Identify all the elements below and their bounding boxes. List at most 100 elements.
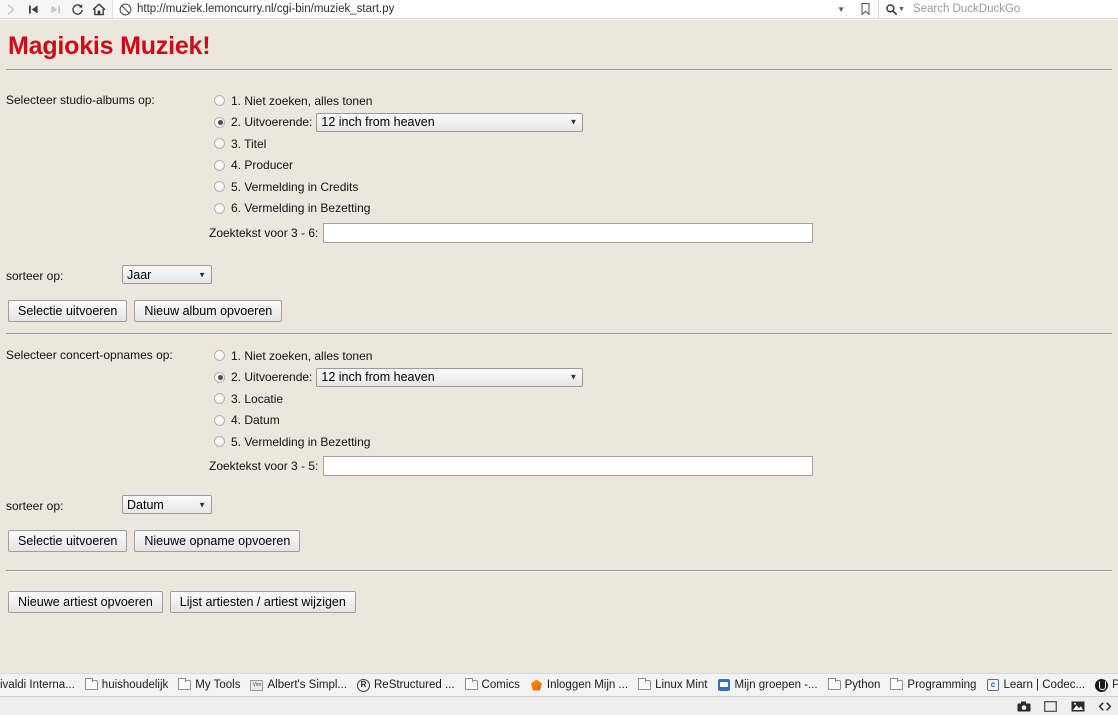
concert-artist-select-wrap[interactable]: 12 inch from heaven ▼ [312, 367, 584, 387]
code-icon[interactable] [1097, 700, 1112, 713]
studio-section-label: Selecteer studio-albums op: [6, 93, 155, 107]
studio-artist-select-wrap[interactable]: 12 inch from heaven ▼ [312, 112, 584, 132]
blue-page-icon [718, 679, 731, 692]
folder-icon [84, 678, 98, 692]
status-bar [0, 697, 1118, 715]
folder-icon [638, 678, 652, 692]
divider-top [6, 69, 1112, 71]
bookmark-item[interactable]: c Learn | Codec... [981, 674, 1090, 696]
bookmark-label: My Tools [195, 679, 241, 691]
reload-icon[interactable] [66, 0, 88, 18]
studio-radio-label-6: 6. Vermelding in Bezetting [231, 201, 371, 216]
studio-new-album-button[interactable]: Nieuw album opvoeren [134, 300, 283, 322]
studio-zoektekst-input[interactable] [323, 223, 814, 243]
bookmark-item[interactable]: Comics [460, 674, 525, 696]
bookmark-item[interactable]: Programming [885, 674, 981, 696]
bookmark-item[interactable]: Inloggen Mijn ... [525, 674, 633, 696]
concert-radio-row-2[interactable]: 2. Uitvoerende: 12 inch from heaven ▼ [214, 367, 584, 389]
studio-radio-label-4: 4. Producer [231, 158, 294, 173]
concert-section-label: Selecteer concert-opnames op: [6, 348, 173, 362]
studio-artist-select[interactable]: 12 inch from heaven [316, 112, 584, 132]
folder-icon [890, 678, 904, 692]
skip-to-end-icon[interactable] [44, 0, 66, 18]
url-text: http://muziek.lemoncurry.nl/cgi-bin/muzi… [137, 3, 395, 15]
concert-radio-label-3: 3. Locatie [231, 391, 284, 406]
concert-artist-select[interactable]: 12 inch from heaven [316, 367, 584, 387]
concert-zoektekst-input[interactable] [323, 456, 814, 476]
list-artists-button[interactable]: Lijst artiesten / artiest wijzigen [169, 591, 356, 613]
studio-radio-6[interactable] [214, 202, 225, 214]
search-icon[interactable]: ▼ [879, 3, 908, 15]
studio-radio-2[interactable] [214, 116, 225, 128]
studio-radio-4[interactable] [214, 159, 225, 171]
bookmark-item[interactable]: Mijn groepen -... [713, 674, 823, 696]
studio-radio-1[interactable] [214, 95, 225, 107]
studio-sorteer-select[interactable]: Jaar [122, 265, 212, 284]
skip-to-start-icon[interactable] [22, 0, 44, 18]
concert-sorteer-select-wrap[interactable]: Datum ▼ [122, 495, 212, 514]
concert-sorteer-select[interactable]: Datum [122, 495, 212, 514]
bookmark-icon[interactable] [853, 3, 878, 15]
bookmark-item[interactable]: Python [823, 674, 886, 696]
image-icon[interactable] [1070, 700, 1085, 713]
site-identity-icon[interactable] [113, 0, 137, 18]
concert-radio-2[interactable] [214, 371, 225, 383]
bookmark-item[interactable]: Python-list [1090, 674, 1118, 696]
studio-radio-row-6[interactable]: 6. Vermelding in Bezetting [214, 198, 583, 220]
bookmark-item[interactable]: ivaldi Interna... [0, 674, 80, 696]
studio-sorteer-label: sorteer op: [6, 269, 64, 283]
studio-radio-3[interactable] [214, 138, 225, 150]
bookmark-label: Inloggen Mijn ... [546, 679, 629, 691]
bookmark-label: huishoudelijk [101, 679, 169, 691]
chevron-down-icon[interactable]: ▼ [829, 5, 853, 14]
studio-radio-row-4[interactable]: 4. Producer [214, 155, 583, 177]
concert-zoektekst-label: Zoektekst voor 3 - 5: [209, 459, 319, 473]
new-artist-button[interactable]: Nieuwe artiest opvoeren [8, 591, 163, 613]
bookmark-item[interactable]: Linux Mint [633, 674, 712, 696]
home-icon[interactable] [88, 0, 110, 18]
concert-radio-row-4[interactable]: 4. Datum [214, 410, 583, 432]
vim-icon: Vim [250, 679, 264, 692]
concert-radio-3[interactable] [214, 393, 225, 405]
bookmark-item[interactable]: Vim Albert's Simpl... [245, 674, 352, 696]
concert-submit-button[interactable]: Selectie uitvoeren [8, 530, 128, 552]
studio-radio-label-2: 2. Uitvoerende: [231, 115, 313, 130]
bookmark-label: Comics [481, 679, 520, 691]
firefox-icon [530, 679, 543, 692]
studio-zoektekst-row: Zoektekst voor 3 - 6: [209, 223, 814, 243]
forward-icon[interactable] [0, 0, 22, 18]
concert-radio-group: 1. Niet zoeken, alles tonen 2. Uitvoeren… [214, 345, 584, 453]
rectangle-icon[interactable] [1043, 700, 1058, 713]
concert-radio-1[interactable] [214, 350, 225, 362]
studio-radio-row-2[interactable]: 2. Uitvoerende: 12 inch from heaven ▼ [214, 112, 584, 134]
concert-radio-label-2: 2. Uitvoerende: [231, 370, 313, 385]
url-bar[interactable]: http://muziek.lemoncurry.nl/cgi-bin/muzi… [112, 0, 878, 18]
studio-radio-row-5[interactable]: 5. Vermelding in Credits [214, 176, 583, 198]
concert-radio-label-1: 1. Niet zoeken, alles tonen [231, 348, 373, 363]
divider-middle [6, 333, 1112, 335]
studio-radio-5[interactable] [214, 181, 225, 193]
concert-new-opname-button[interactable]: Nieuwe opname opvoeren [134, 530, 301, 552]
search-engine-chevron-icon[interactable]: ▼ [898, 6, 905, 13]
bookmarks-bar: ivaldi Interna... huishoudelijk My Tools… [0, 673, 1118, 697]
camera-icon[interactable] [1016, 700, 1031, 713]
studio-zoektekst-label: Zoektekst voor 3 - 6: [209, 226, 319, 240]
bookmark-item[interactable]: R ReStructured ... [352, 674, 460, 696]
concert-radio-4[interactable] [214, 414, 225, 426]
concert-radio-5[interactable] [214, 436, 225, 448]
studio-submit-button[interactable]: Selectie uitvoeren [8, 300, 128, 322]
page-content: Magiokis Muziek! Selecteer studio-albums… [0, 20, 1118, 673]
concert-radio-row-5[interactable]: 5. Vermelding in Bezetting [214, 431, 583, 453]
bookmark-item[interactable]: huishoudelijk [80, 674, 174, 696]
search-bar[interactable]: ▼ Search DuckDuckGo [878, 0, 1118, 18]
bookmark-label: ivaldi Interna... [0, 679, 75, 691]
bookmark-item[interactable]: My Tools [173, 674, 245, 696]
concert-radio-row-1[interactable]: 1. Niet zoeken, alles tonen [214, 345, 583, 367]
search-input-placeholder[interactable]: Search DuckDuckGo [913, 3, 1020, 15]
studio-radio-row-3[interactable]: 3. Titel [214, 133, 583, 155]
studio-radio-row-1[interactable]: 1. Niet zoeken, alles tonen [214, 90, 583, 112]
studio-sorteer-select-wrap[interactable]: Jaar ▼ [122, 265, 212, 284]
concert-radio-label-5: 5. Vermelding in Bezetting [231, 434, 371, 449]
concert-radio-row-3[interactable]: 3. Locatie [214, 388, 583, 410]
registered-r-icon: R [357, 678, 370, 692]
